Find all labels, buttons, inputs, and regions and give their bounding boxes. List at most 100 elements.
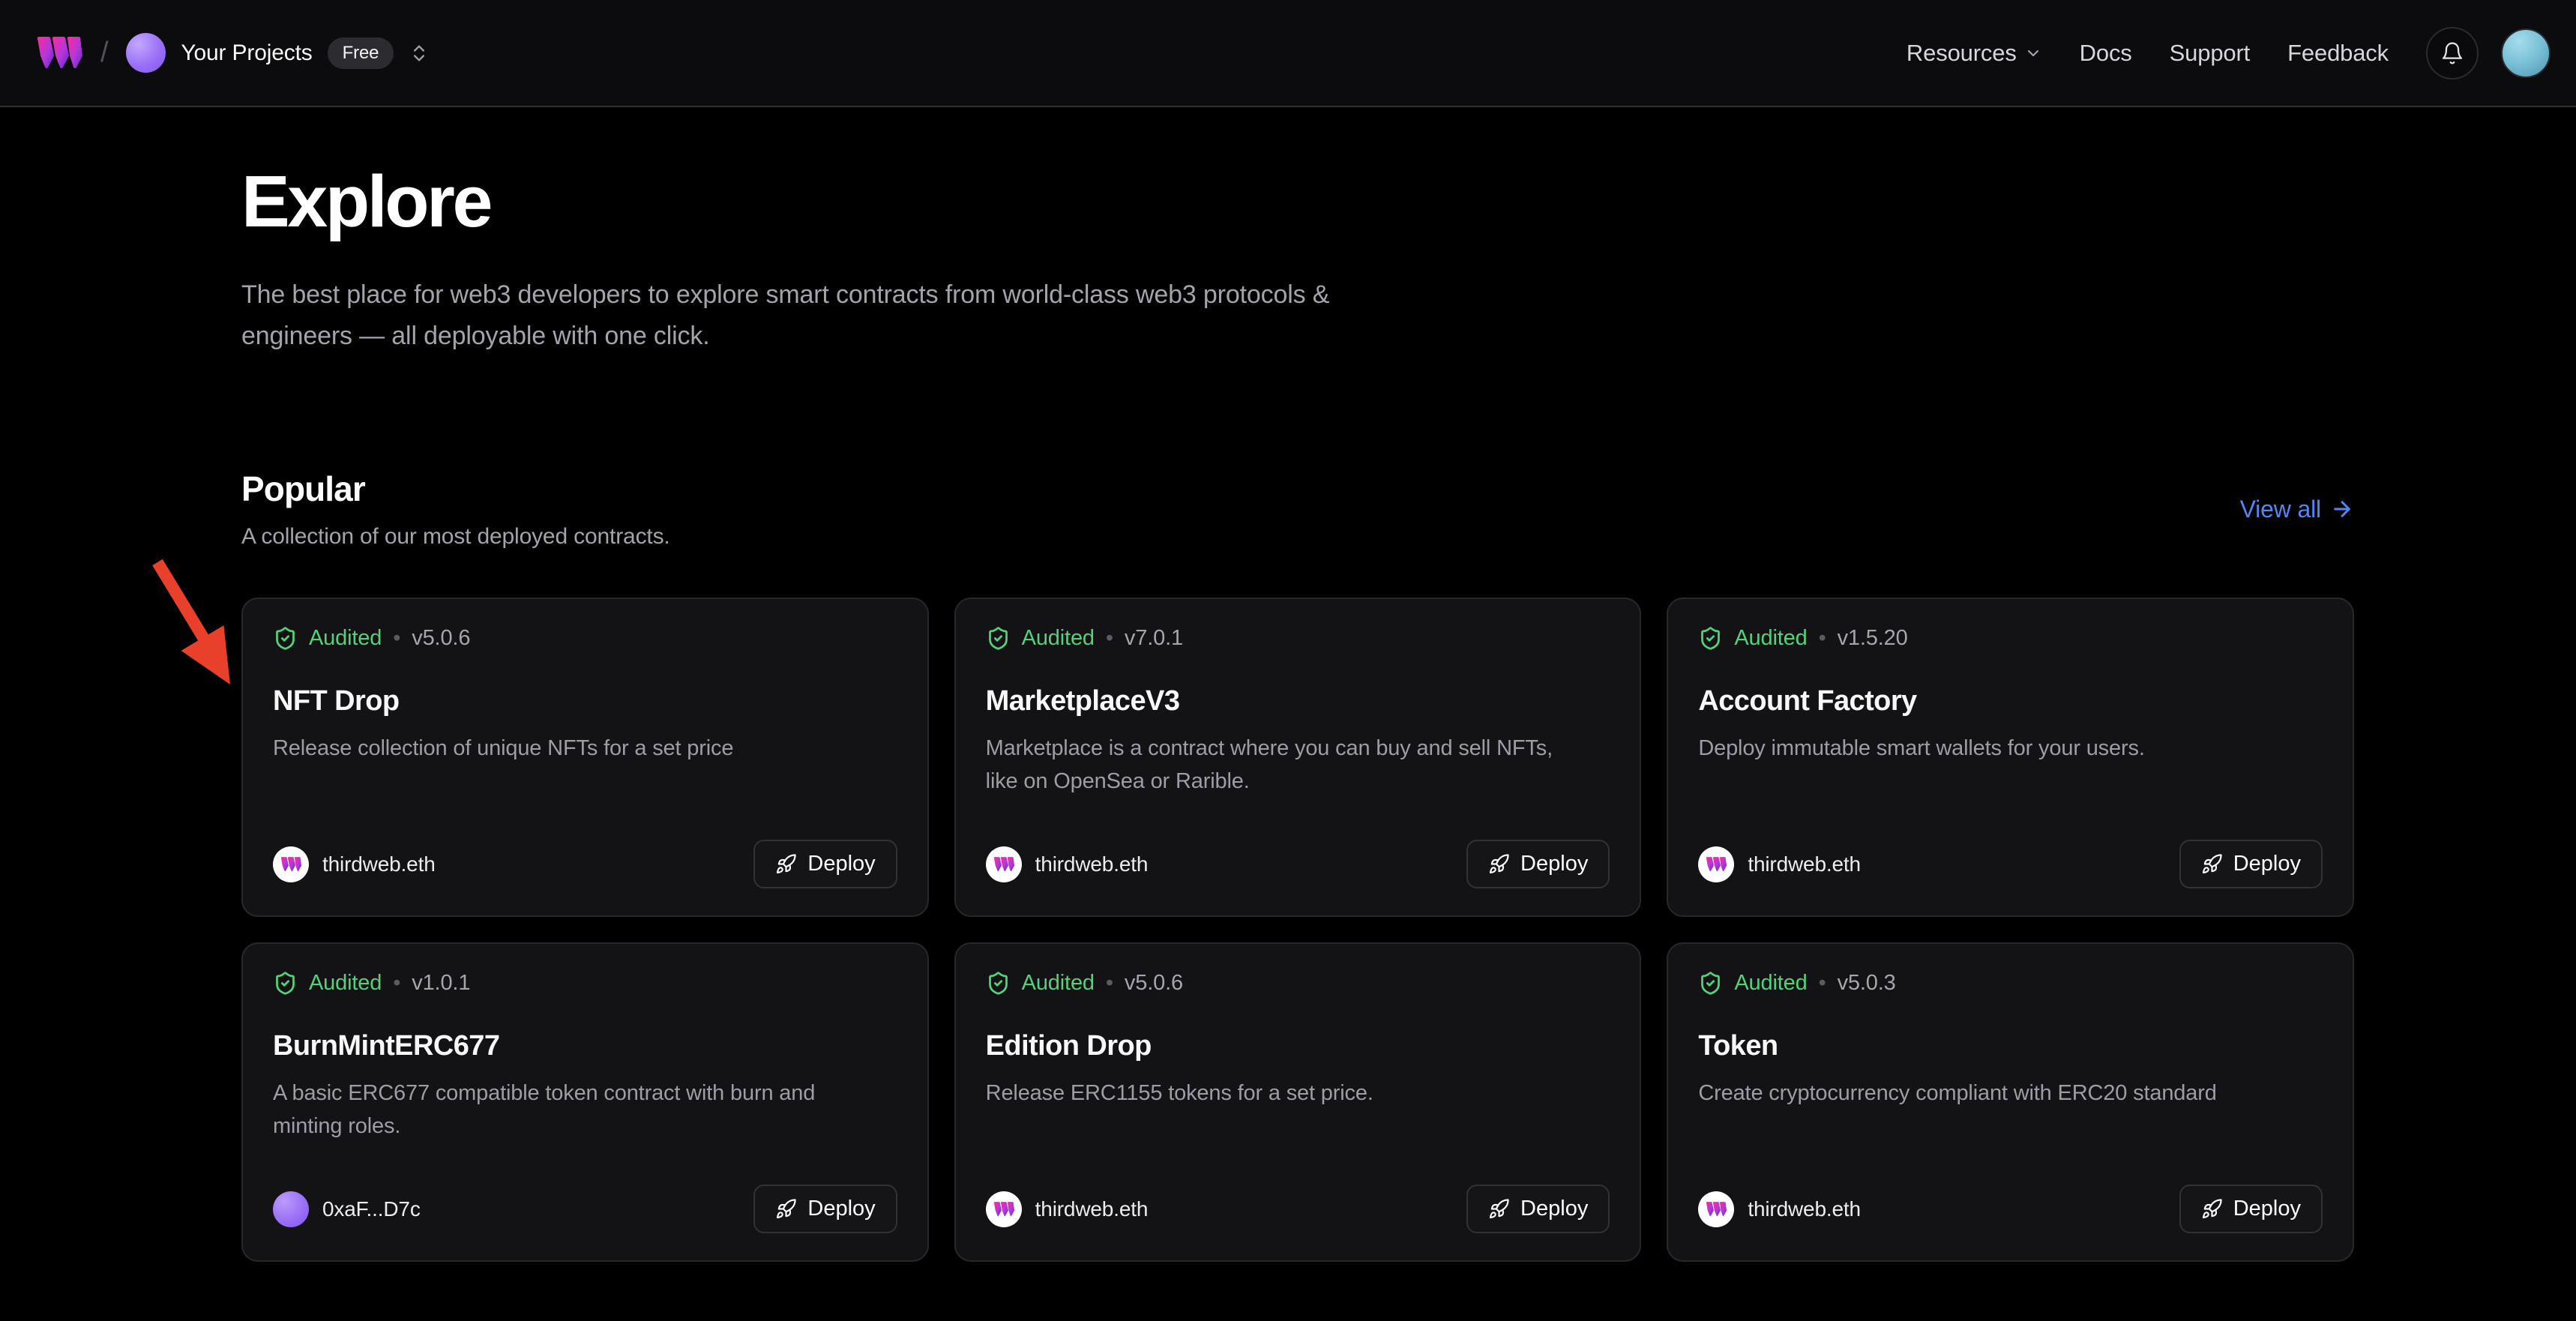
contract-title[interactable]: MarketplaceV3 bbox=[986, 685, 1610, 717]
deploy-label: Deploy bbox=[2233, 852, 2301, 876]
contract-version: v7.0.1 bbox=[1125, 626, 1183, 651]
contract-description: A basic ERC677 compatible token contract… bbox=[273, 1077, 873, 1143]
audited-badge: Audited bbox=[309, 626, 382, 651]
deploy-label: Deploy bbox=[807, 1197, 875, 1221]
contract-card-edition-drop[interactable]: Audited • v5.0.6 Edition Drop Release ER… bbox=[954, 942, 1642, 1262]
publisher-link[interactable]: thirdweb.eth bbox=[986, 846, 1149, 882]
team-name[interactable]: Your Projects bbox=[181, 40, 312, 66]
dot-separator: • bbox=[393, 971, 400, 996]
contract-description: Marketplace is a contract where you can … bbox=[986, 732, 1586, 798]
contract-title[interactable]: Edition Drop bbox=[986, 1030, 1610, 1062]
contract-description: Release collection of unique NFTs for a … bbox=[273, 732, 873, 765]
contract-title[interactable]: NFT Drop bbox=[273, 685, 897, 717]
contract-version: v1.5.20 bbox=[1838, 626, 1908, 651]
page-title: Explore bbox=[241, 161, 2354, 243]
view-all-link[interactable]: View all bbox=[2240, 496, 2354, 523]
shield-check-icon bbox=[986, 971, 1011, 996]
dot-separator: • bbox=[393, 626, 400, 651]
deploy-label: Deploy bbox=[807, 852, 875, 876]
publisher-link[interactable]: thirdweb.eth bbox=[273, 846, 436, 882]
thirdweb-publisher-avatar bbox=[986, 846, 1022, 882]
arrow-right-icon bbox=[2330, 497, 2354, 521]
page-subtitle: The best place for web3 developers to ex… bbox=[241, 274, 1388, 358]
contract-version: v5.0.6 bbox=[1125, 971, 1183, 996]
shield-check-icon bbox=[986, 626, 1011, 651]
contract-card-account-factory[interactable]: Audited • v1.5.20 Account Factory Deploy… bbox=[1667, 598, 2354, 917]
rocket-icon bbox=[1488, 853, 1510, 875]
nav-feedback[interactable]: Feedback bbox=[2287, 40, 2389, 67]
bell-icon bbox=[2440, 41, 2464, 65]
contract-card-marketplacev3[interactable]: Audited • v7.0.1 MarketplaceV3 Marketpla… bbox=[954, 598, 1642, 917]
rocket-icon bbox=[775, 853, 797, 875]
publisher-name[interactable]: thirdweb.eth bbox=[1035, 1197, 1149, 1221]
shield-check-icon bbox=[273, 626, 298, 651]
thirdweb-publisher-avatar bbox=[986, 1191, 1022, 1227]
contract-title[interactable]: Token bbox=[1698, 1030, 2323, 1062]
thirdweb-publisher-avatar bbox=[1698, 1191, 1734, 1227]
publisher-avatar bbox=[273, 1191, 309, 1227]
rocket-icon bbox=[2201, 1198, 2223, 1220]
shield-check-icon bbox=[1698, 626, 1723, 651]
dot-separator: • bbox=[1819, 626, 1826, 651]
thirdweb-publisher-avatar bbox=[1698, 846, 1734, 882]
rocket-icon bbox=[775, 1198, 797, 1220]
dot-separator: • bbox=[1106, 971, 1113, 996]
top-header: / Your Projects Free Resources Docs Supp… bbox=[0, 0, 2576, 107]
deploy-label: Deploy bbox=[1520, 1197, 1588, 1221]
publisher-name[interactable]: 0xaF...D7c bbox=[322, 1197, 421, 1221]
header-nav: Resources Docs Support Feedback bbox=[1907, 40, 2389, 67]
contract-description: Release ERC1155 tokens for a set price. bbox=[986, 1077, 1586, 1110]
publisher-link[interactable]: 0xaF...D7c bbox=[273, 1191, 421, 1227]
deploy-button[interactable]: Deploy bbox=[753, 1185, 897, 1233]
chevron-down-icon bbox=[2024, 44, 2042, 62]
deploy-button[interactable]: Deploy bbox=[1466, 840, 1610, 888]
nav-resources[interactable]: Resources bbox=[1907, 40, 2042, 67]
contract-version: v1.0.1 bbox=[412, 971, 470, 996]
contract-description: Create cryptocurrency compliant with ERC… bbox=[1698, 1077, 2298, 1110]
thirdweb-logo-icon[interactable] bbox=[36, 35, 82, 71]
publisher-name[interactable]: thirdweb.eth bbox=[322, 852, 436, 876]
team-picker[interactable]: Your Projects Free bbox=[126, 33, 430, 73]
audited-badge: Audited bbox=[1734, 626, 1807, 651]
publisher-name[interactable]: thirdweb.eth bbox=[1035, 852, 1149, 876]
view-all-label: View all bbox=[2240, 496, 2321, 523]
contract-title[interactable]: Account Factory bbox=[1698, 685, 2323, 717]
publisher-name[interactable]: thirdweb.eth bbox=[1748, 1197, 1861, 1221]
contract-version: v5.0.3 bbox=[1838, 971, 1896, 996]
contract-card-token[interactable]: Audited • v5.0.3 Token Create cryptocurr… bbox=[1667, 942, 2354, 1262]
shield-check-icon bbox=[273, 971, 298, 996]
contract-card-nft-drop[interactable]: Audited • v5.0.6 NFT Drop Release collec… bbox=[241, 598, 929, 917]
deploy-button[interactable]: Deploy bbox=[753, 840, 897, 888]
rocket-icon bbox=[2201, 853, 2223, 875]
contract-title[interactable]: BurnMintERC677 bbox=[273, 1030, 897, 1062]
contract-description: Deploy immutable smart wallets for your … bbox=[1698, 732, 2298, 765]
publisher-link[interactable]: thirdweb.eth bbox=[1698, 846, 1861, 882]
audited-badge: Audited bbox=[1022, 971, 1095, 996]
contract-card-grid: Audited • v5.0.6 NFT Drop Release collec… bbox=[241, 598, 2354, 1262]
breadcrumb-separator: / bbox=[100, 37, 108, 69]
publisher-link[interactable]: thirdweb.eth bbox=[1698, 1191, 1861, 1227]
popular-section-subtitle: A collection of our most deployed contra… bbox=[241, 524, 670, 550]
team-avatar[interactable] bbox=[126, 33, 166, 73]
deploy-button[interactable]: Deploy bbox=[1466, 1185, 1610, 1233]
publisher-link[interactable]: thirdweb.eth bbox=[986, 1191, 1149, 1227]
deploy-button[interactable]: Deploy bbox=[2179, 840, 2323, 888]
deploy-button[interactable]: Deploy bbox=[2179, 1185, 2323, 1233]
deploy-label: Deploy bbox=[1520, 852, 1588, 876]
thirdweb-publisher-avatar bbox=[273, 846, 309, 882]
notifications-button[interactable] bbox=[2426, 27, 2479, 79]
nav-support[interactable]: Support bbox=[2170, 40, 2250, 67]
nav-docs[interactable]: Docs bbox=[2080, 40, 2132, 67]
nav-resources-label: Resources bbox=[1907, 40, 2017, 67]
publisher-name[interactable]: thirdweb.eth bbox=[1748, 852, 1861, 876]
audited-badge: Audited bbox=[1734, 971, 1807, 996]
plan-badge: Free bbox=[328, 37, 394, 69]
contract-card-burnminterc677[interactable]: Audited • v1.0.1 BurnMintERC677 A basic … bbox=[241, 942, 929, 1262]
main-content: Explore The best place for web3 develope… bbox=[0, 161, 2576, 1262]
chevrons-up-down-icon[interactable] bbox=[409, 43, 430, 64]
popular-section-title: Popular bbox=[241, 469, 670, 509]
dot-separator: • bbox=[1819, 971, 1826, 996]
user-avatar[interactable] bbox=[2501, 28, 2551, 78]
rocket-icon bbox=[1488, 1198, 1510, 1220]
dot-separator: • bbox=[1106, 626, 1113, 651]
